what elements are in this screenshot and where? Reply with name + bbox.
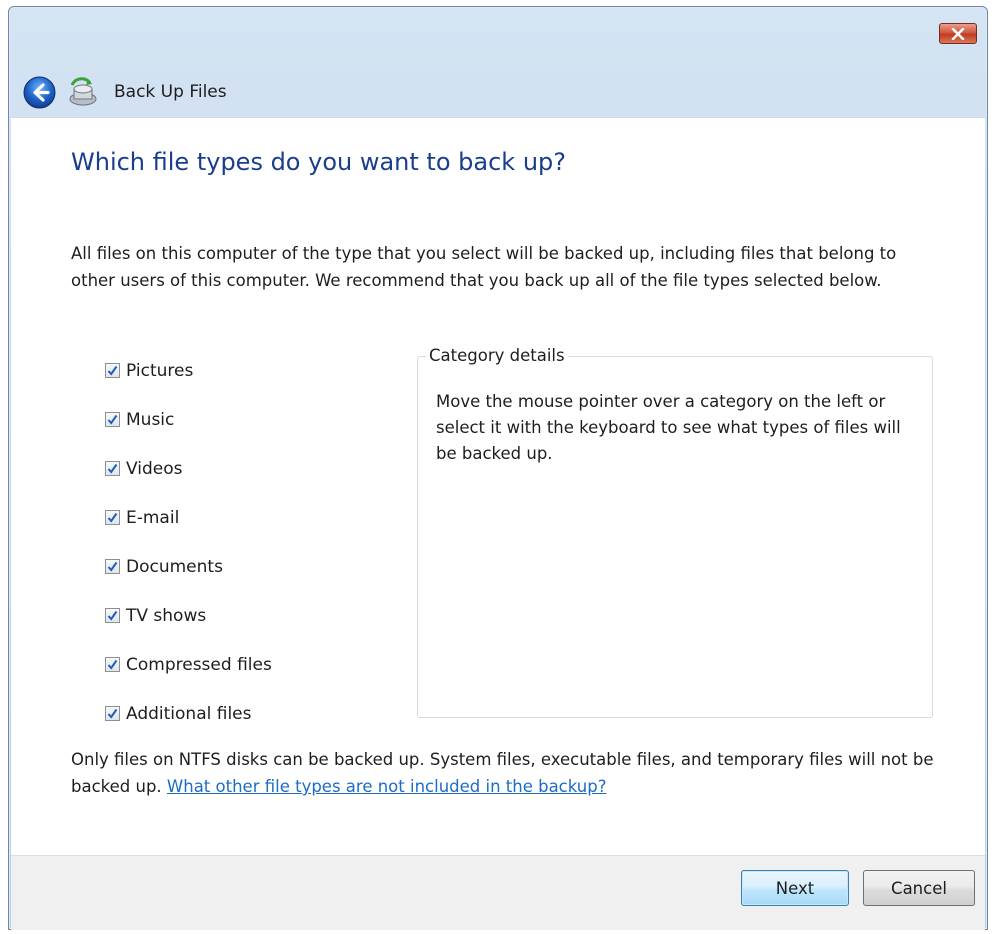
checkbox-label: Pictures bbox=[126, 360, 194, 381]
intro-text: All files on this computer of the type t… bbox=[71, 244, 897, 290]
checkbox-label: TV shows bbox=[126, 605, 207, 626]
check-mark-icon bbox=[107, 365, 118, 376]
file-type-list: Pictures Music Videos E-mail Documents T… bbox=[105, 346, 272, 738]
checkbox-label: E-mail bbox=[126, 507, 180, 528]
checkbox-item-compressed-files[interactable]: Compressed files bbox=[105, 640, 272, 689]
content-area: Which file types do you want to back up?… bbox=[11, 117, 985, 856]
checkbox-label: Additional files bbox=[126, 703, 252, 724]
check-mark-icon bbox=[107, 512, 118, 523]
category-details-groupbox: Category details Move the mouse pointer … bbox=[417, 346, 933, 718]
backup-dialog-window: Back Up Files Which file types do you wa… bbox=[8, 6, 988, 930]
checkbox[interactable] bbox=[105, 412, 120, 427]
checkbox[interactable] bbox=[105, 363, 120, 378]
check-mark-icon bbox=[107, 708, 118, 719]
window-title: Back Up Files bbox=[114, 82, 227, 102]
checkbox-item-music[interactable]: Music bbox=[105, 395, 272, 444]
checkbox-item-additional-files[interactable]: Additional files bbox=[105, 689, 272, 738]
checkbox[interactable] bbox=[105, 559, 120, 574]
footer-note: Only files on NTFS disks can be backed u… bbox=[71, 746, 951, 800]
backup-icon bbox=[69, 77, 97, 106]
title-row: Back Up Files bbox=[23, 71, 227, 113]
checkbox-item-videos[interactable]: Videos bbox=[105, 444, 272, 493]
checkbox-label: Videos bbox=[126, 458, 183, 479]
checkbox[interactable] bbox=[105, 461, 120, 476]
check-mark-icon bbox=[107, 414, 118, 425]
checkbox[interactable] bbox=[105, 510, 120, 525]
button-bar: Next Cancel bbox=[11, 855, 985, 930]
check-mark-icon bbox=[107, 463, 118, 474]
checkbox-label: Music bbox=[126, 409, 175, 430]
next-button[interactable]: Next bbox=[741, 870, 849, 906]
checkbox-label: Documents bbox=[126, 556, 223, 577]
checkbox-item-email[interactable]: E-mail bbox=[105, 493, 272, 542]
checkbox-label: Compressed files bbox=[126, 654, 272, 675]
cancel-button[interactable]: Cancel bbox=[863, 870, 975, 906]
check-mark-icon bbox=[107, 610, 118, 621]
checkbox-item-tv-shows[interactable]: TV shows bbox=[105, 591, 272, 640]
check-mark-icon bbox=[107, 561, 118, 572]
checkbox-item-documents[interactable]: Documents bbox=[105, 542, 272, 591]
close-button[interactable] bbox=[939, 23, 977, 44]
excluded-file-types-link[interactable]: What other file types are not included i… bbox=[167, 777, 607, 796]
category-details-text: Move the mouse pointer over a category o… bbox=[436, 392, 901, 463]
close-icon bbox=[951, 27, 965, 40]
check-mark-icon bbox=[107, 659, 118, 670]
checkbox-item-pictures[interactable]: Pictures bbox=[105, 346, 272, 395]
checkbox[interactable] bbox=[105, 608, 120, 623]
checkbox[interactable] bbox=[105, 657, 120, 672]
checkbox[interactable] bbox=[105, 706, 120, 721]
back-arrow-icon[interactable] bbox=[23, 76, 56, 109]
category-details-legend: Category details bbox=[426, 346, 568, 365]
page-heading: Which file types do you want to back up? bbox=[71, 148, 566, 176]
